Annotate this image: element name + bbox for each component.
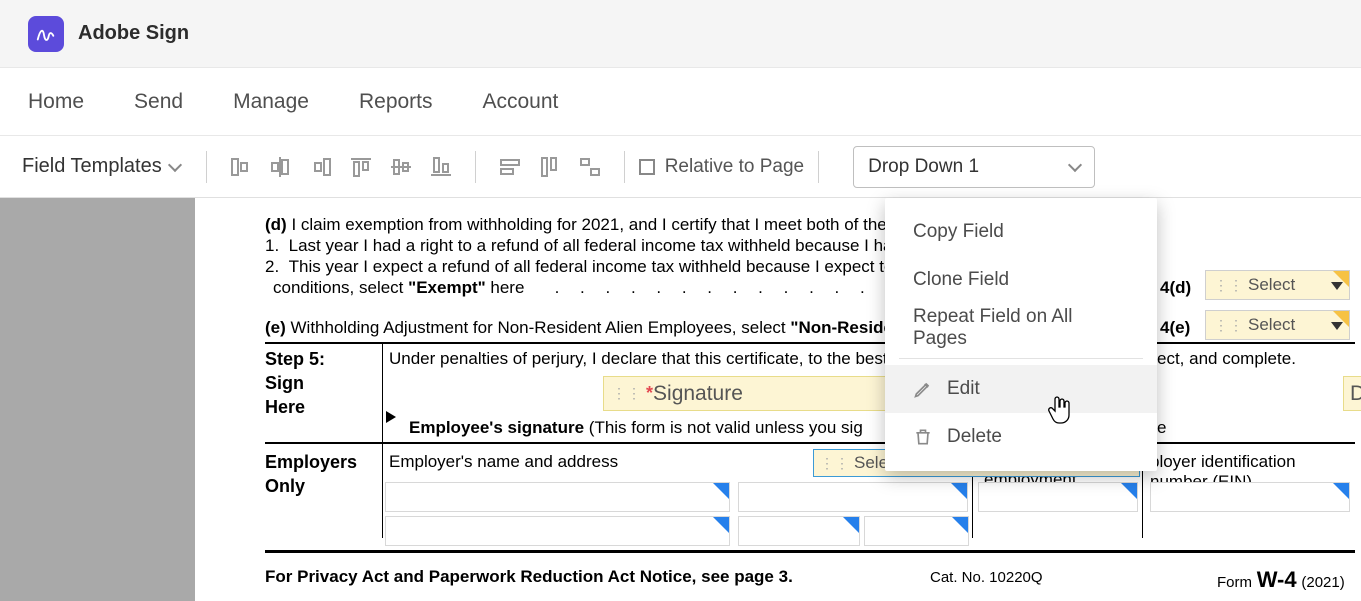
match-width-icon[interactable]	[496, 153, 524, 181]
doc-text: Step 5:	[265, 348, 325, 371]
toolbar-divider	[624, 151, 625, 183]
app-title: Adobe Sign	[78, 22, 189, 45]
toolbar-divider	[818, 151, 819, 183]
context-delete[interactable]: Delete	[885, 413, 1157, 461]
chevron-down-icon	[168, 157, 182, 171]
nav-reports[interactable]: Reports	[349, 82, 443, 122]
toolbar-divider	[206, 151, 207, 183]
align-top-icon[interactable]	[347, 153, 375, 181]
relative-to-page-toggle[interactable]: Relative to Page	[639, 156, 804, 178]
drag-handle-icon: ⋮⋮	[1214, 317, 1248, 334]
text-field[interactable]	[385, 482, 730, 512]
doc-text: Employer's name and address	[389, 451, 618, 473]
text-field[interactable]	[864, 516, 969, 546]
nav-send[interactable]: Send	[124, 82, 193, 122]
align-left-icon[interactable]	[227, 153, 255, 181]
field-corner-icon	[843, 517, 859, 533]
doc-text: 4(e)	[1160, 317, 1190, 339]
text-field[interactable]	[385, 516, 730, 546]
required-asterisk: *	[646, 383, 653, 404]
relative-to-page-label: Relative to Page	[665, 156, 804, 178]
doc-text: For Privacy Act and Paperwork Reduction …	[265, 566, 793, 588]
doc-text: (e) Withholding Adjustment for Non-Resid…	[265, 317, 909, 339]
match-size-icon[interactable]	[576, 153, 604, 181]
doc-text: ployer identification	[1150, 451, 1296, 473]
field-corner-icon	[951, 483, 967, 499]
field-corner-icon	[1333, 483, 1349, 499]
doc-text: 2. This year I expect a refund of all fe…	[265, 256, 917, 278]
select-placeholder: Select	[1248, 275, 1295, 295]
text-field[interactable]	[738, 516, 860, 546]
doc-text: Only	[265, 475, 305, 498]
checkbox-icon	[639, 159, 655, 175]
divider	[382, 442, 383, 538]
field-corner-icon	[713, 483, 729, 499]
doc-text: Form W-4 (2021)	[1217, 566, 1345, 595]
doc-text: ect, and complete.	[1157, 348, 1296, 370]
align-center-h-icon[interactable]	[267, 153, 295, 181]
context-edit[interactable]: Edit	[885, 365, 1157, 413]
doc-text: Employee's signature (This form is not v…	[409, 417, 863, 439]
doc-text: Here	[265, 396, 305, 419]
date-field[interactable]: Date	[1343, 376, 1361, 411]
field-corner-icon	[1121, 483, 1137, 499]
divider	[265, 342, 1355, 344]
drag-handle-icon: ⋮⋮	[820, 455, 854, 472]
date-placeholder: Date	[1350, 382, 1361, 406]
drag-handle-icon: ⋮⋮	[1214, 277, 1248, 294]
pencil-icon	[913, 379, 933, 399]
field-context-menu: Copy Field Clone Field Repeat Field on A…	[885, 198, 1157, 471]
context-clone-field[interactable]: Clone Field	[885, 256, 1157, 304]
app-header: Adobe Sign	[0, 0, 1361, 68]
context-copy-field[interactable]: Copy Field	[885, 208, 1157, 256]
field-templates-dropdown[interactable]: Field Templates	[10, 155, 192, 178]
nav-account[interactable]: Account	[473, 82, 569, 122]
adobe-sign-logo-icon	[28, 16, 64, 52]
authoring-toolbar: Field Templates Relative to Page Drop Do…	[0, 136, 1361, 198]
trash-icon	[913, 427, 933, 447]
text-field[interactable]	[738, 482, 968, 512]
doc-text: Sign	[265, 372, 304, 395]
doc-text: 1. Last year I had a right to a refund o…	[265, 235, 916, 257]
doc-text: Under penalties of perjury, I declare th…	[389, 348, 907, 370]
divider	[265, 550, 1355, 553]
arrow-right-icon	[386, 411, 396, 423]
signature-placeholder: Signature	[653, 382, 743, 406]
select-field-4e[interactable]: ⋮⋮ Select	[1205, 310, 1350, 340]
select-placeholder: Select	[1248, 315, 1295, 335]
text-field[interactable]	[978, 482, 1138, 512]
document-page[interactable]: (d) I claim exemption from withholding f…	[195, 198, 1361, 601]
align-middle-icon[interactable]	[387, 153, 415, 181]
context-separator	[899, 358, 1143, 359]
chevron-down-icon	[1068, 157, 1082, 171]
align-bottom-icon[interactable]	[427, 153, 455, 181]
match-height-icon[interactable]	[536, 153, 564, 181]
doc-text: (d) I claim exemption from withholding f…	[265, 214, 913, 236]
doc-text: e	[1157, 417, 1166, 439]
context-repeat-field[interactable]: Repeat Field on All Pages	[885, 304, 1157, 352]
nav-home[interactable]: Home	[18, 82, 94, 122]
field-corner-icon	[1333, 311, 1349, 327]
divider	[265, 442, 1355, 444]
field-corner-icon	[713, 517, 729, 533]
doc-text: Employers	[265, 451, 357, 474]
field-corner-icon	[1333, 271, 1349, 287]
text-field[interactable]	[1150, 482, 1350, 512]
main-nav: Home Send Manage Reports Account	[0, 68, 1361, 136]
field-corner-icon	[952, 517, 968, 533]
nav-manage[interactable]: Manage	[223, 82, 319, 122]
select-field-4d[interactable]: ⋮⋮ Select	[1205, 270, 1350, 300]
field-selector-value: Drop Down 1	[868, 156, 979, 178]
toolbar-divider	[475, 151, 476, 183]
field-selector-dropdown[interactable]: Drop Down 1	[853, 146, 1095, 188]
doc-text: Cat. No. 10220Q	[930, 568, 1043, 588]
field-templates-label: Field Templates	[22, 155, 162, 178]
divider	[382, 342, 383, 442]
align-right-icon[interactable]	[307, 153, 335, 181]
drag-handle-icon: ⋮⋮	[612, 385, 646, 402]
doc-text: 4(d)	[1160, 277, 1191, 299]
